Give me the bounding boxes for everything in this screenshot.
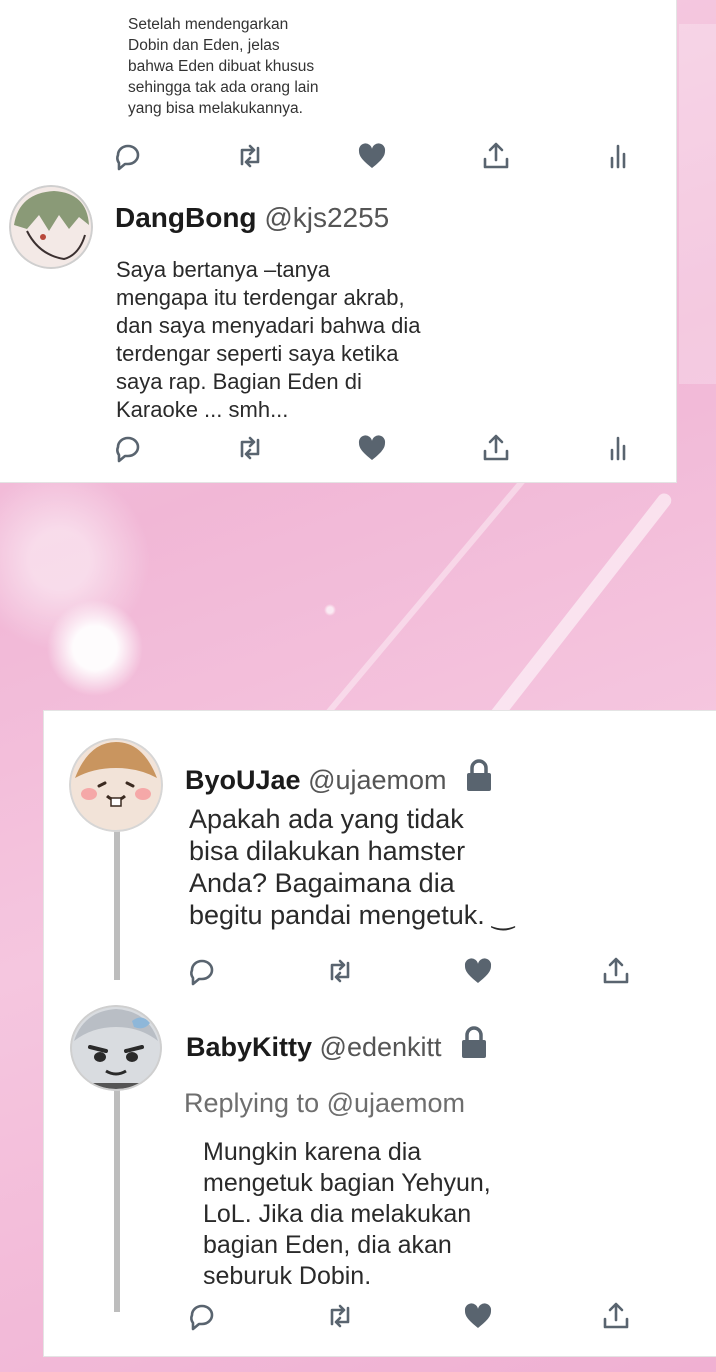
thread-connector-line	[114, 1090, 120, 1312]
replying-to-label[interactable]: Replying to @ujaemom	[184, 1088, 465, 1119]
share-icon[interactable]	[600, 955, 632, 987]
author-name[interactable]: BabyKitty @edenkitt	[186, 1025, 489, 1066]
author-name[interactable]: ByoUJae @ujaemom	[185, 758, 494, 799]
retweet-icon[interactable]	[324, 1300, 356, 1332]
reply-icon[interactable]	[186, 955, 218, 987]
reply-icon[interactable]	[186, 1300, 218, 1332]
heart-icon[interactable]	[462, 955, 494, 987]
retweet-icon[interactable]	[324, 955, 356, 987]
tweet-actions	[186, 1300, 636, 1334]
avatar[interactable]	[70, 1005, 162, 1091]
heart-icon[interactable]	[356, 140, 388, 172]
avatar[interactable]	[9, 185, 93, 269]
retweet-icon[interactable]	[234, 432, 266, 464]
share-icon[interactable]	[600, 1300, 632, 1332]
thread-connector-line	[114, 830, 120, 980]
analytics-icon[interactable]	[604, 140, 636, 172]
tweet-text: Apakah ada yang tidak bisa dilakukan ham…	[189, 804, 514, 930]
tweet-actions	[112, 140, 632, 174]
tweet-card-top: Setelah mendengarkan Dobin dan Eden, jel…	[0, 0, 676, 482]
heart-icon[interactable]	[462, 1300, 494, 1332]
user-handle: @ujaemom	[308, 765, 447, 795]
display-name: DangBong	[115, 202, 257, 233]
background-glow	[679, 24, 716, 384]
display-name: BabyKitty	[186, 1032, 313, 1062]
tweet-text: Setelah mendengarkan Dobin dan Eden, jel…	[128, 16, 319, 117]
heart-icon[interactable]	[356, 432, 388, 464]
author-name[interactable]: DangBong @kjs2255	[115, 202, 389, 234]
analytics-icon[interactable]	[604, 432, 636, 464]
share-icon[interactable]	[480, 140, 512, 172]
tweet-actions	[186, 955, 636, 989]
tweet-actions	[112, 432, 632, 466]
lock-icon	[464, 758, 494, 799]
user-handle: @kjs2255	[264, 202, 390, 233]
reply-icon[interactable]	[112, 432, 144, 464]
reply-icon[interactable]	[112, 140, 144, 172]
retweet-icon[interactable]	[234, 140, 266, 172]
lock-icon	[459, 1025, 489, 1066]
user-handle: @edenkitt	[319, 1032, 442, 1062]
tweet-text: Mungkin karena dia mengetuk bagian Yehyu…	[203, 1138, 491, 1290]
display-name: ByoUJae	[185, 765, 301, 795]
share-icon[interactable]	[480, 432, 512, 464]
tweet-text: Saya bertanya –tanya mengapa itu terdeng…	[116, 257, 421, 422]
avatar[interactable]	[69, 738, 163, 832]
